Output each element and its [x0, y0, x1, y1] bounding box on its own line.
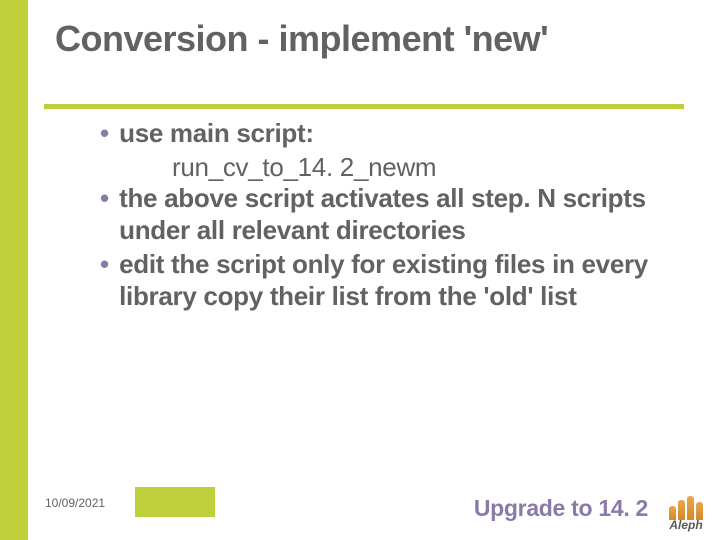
bullet-text: use main script:: [119, 118, 314, 150]
slide-content: • use main script: run_cv_to_14. 2_newm …: [100, 118, 660, 314]
bullet-subtext: run_cv_to_14. 2_newm: [172, 152, 660, 184]
aleph-logo: Aleph: [660, 490, 712, 532]
left-accent-bar: [0, 0, 28, 540]
footer-accent-bar: [135, 487, 215, 517]
bullet-icon: •: [100, 249, 109, 280]
bullet-item: • edit the script only for existing file…: [100, 249, 660, 312]
logo-text: Aleph: [669, 518, 702, 532]
bullet-text: edit the script only for existing files …: [119, 249, 660, 312]
bullet-item: • the above script activates all step. N…: [100, 183, 660, 246]
bullet-icon: •: [100, 118, 109, 149]
slide-date: 10/09/2021: [45, 496, 105, 510]
logo-bars-icon: [669, 496, 703, 520]
slide-title: Conversion - implement 'new': [55, 18, 548, 59]
bullet-icon: •: [100, 183, 109, 214]
bullet-item: • use main script:: [100, 118, 660, 150]
title-underline: [44, 104, 684, 109]
bullet-text: the above script activates all step. N s…: [119, 183, 660, 246]
slide: Conversion - implement 'new' • use main …: [0, 0, 720, 540]
footer-title: Upgrade to 14. 2: [474, 495, 648, 522]
